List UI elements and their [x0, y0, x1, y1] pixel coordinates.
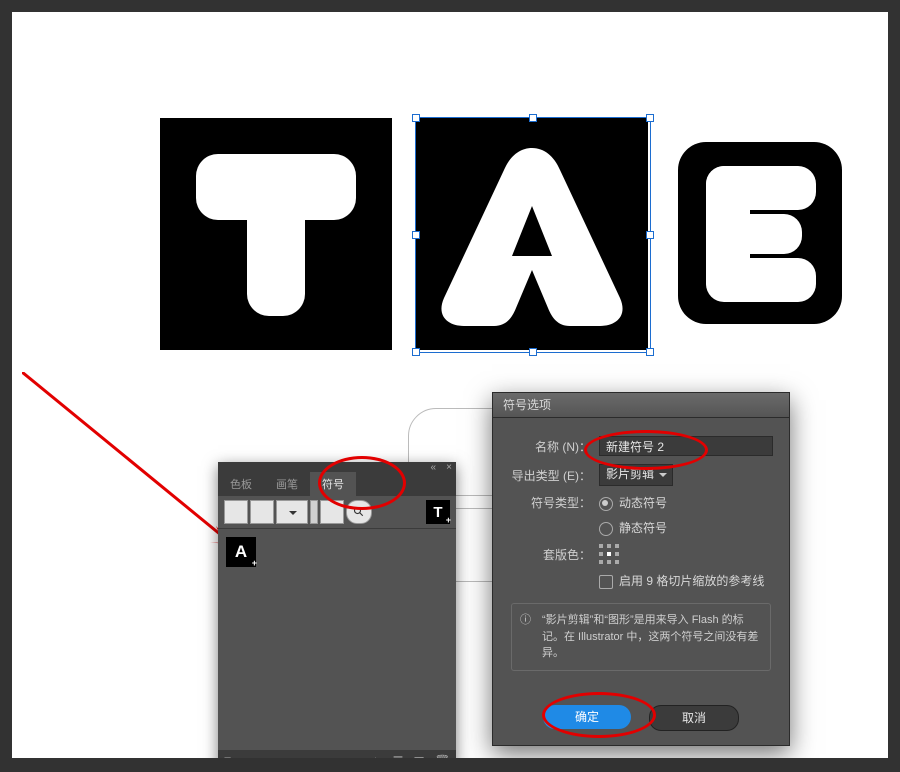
tab-symbols[interactable]: 符号	[310, 472, 356, 496]
tab-brushes[interactable]: 画笔	[264, 472, 310, 496]
intensity-dropdown[interactable]	[276, 500, 308, 524]
registration-grid[interactable]	[599, 544, 619, 564]
status-bar	[0, 758, 900, 772]
name-label: 名称 (N)：	[509, 438, 599, 455]
cancel-button[interactable]: 取消	[649, 705, 739, 731]
symbols-grid[interactable]: A	[218, 529, 456, 755]
letter-block-e[interactable]	[678, 142, 842, 324]
workspace: « × 色板 画笔 符号 T A	[12, 12, 888, 760]
name-input[interactable]	[599, 436, 773, 456]
export-type-label: 导出类型 (E)：	[509, 467, 599, 484]
tool-icon[interactable]	[320, 500, 344, 524]
symbols-toolbar: T	[218, 496, 456, 529]
dialog-body: 名称 (N)： 导出类型 (E)： 影片剪辑 符号类型： 动态符号 静态符	[493, 418, 789, 671]
artboard[interactable]: « × 色板 画笔 符号 T A	[12, 12, 888, 760]
dialog-title[interactable]: 符号选项	[493, 393, 789, 418]
radio-dynamic[interactable]	[599, 497, 613, 511]
tab-swatches[interactable]: 色板	[218, 472, 264, 496]
dialog-buttons: 确定 取消	[493, 705, 789, 731]
search-icon[interactable]	[346, 500, 372, 524]
nine-slice-checkbox[interactable]	[599, 575, 613, 589]
symbols-panel[interactable]: « × 色板 画笔 符号 T A	[218, 462, 456, 760]
panel-header[interactable]: « ×	[218, 462, 456, 472]
sprayer-icon[interactable]	[224, 500, 248, 524]
symbol-thumbnail-a[interactable]: A	[226, 537, 256, 567]
selection-box[interactable]	[415, 117, 651, 353]
export-type-select[interactable]: 影片剪辑	[599, 464, 673, 486]
letter-block-t[interactable]	[160, 118, 392, 350]
symbol-options-dialog[interactable]: 符号选项 名称 (N)： 导出类型 (E)： 影片剪辑 符号类型： 动态符号	[492, 392, 790, 746]
panel-menu-icon[interactable]: «	[430, 462, 436, 473]
panel-tabs: 色板 画笔 符号	[218, 472, 456, 496]
panel-close-icon[interactable]: ×	[446, 462, 452, 473]
separator	[310, 500, 318, 524]
tool-icon[interactable]	[250, 500, 274, 524]
letter-t-glyph	[196, 154, 356, 316]
info-note: “影片剪辑”和“图形”是用来导入 Flash 的标记。在 Illustrator…	[511, 603, 771, 671]
registration-label: 套版色：	[509, 546, 599, 563]
symbol-type-label: 符号类型：	[509, 494, 599, 511]
ok-button[interactable]: 确定	[543, 705, 631, 729]
radio-static[interactable]	[599, 522, 613, 536]
symbol-thumbnail-t[interactable]: T	[426, 500, 450, 524]
radio-static-label: 静态符号	[619, 521, 667, 535]
nine-slice-label: 启用 9 格切片缩放的参考线	[619, 574, 764, 588]
radio-dynamic-label: 动态符号	[619, 496, 667, 510]
